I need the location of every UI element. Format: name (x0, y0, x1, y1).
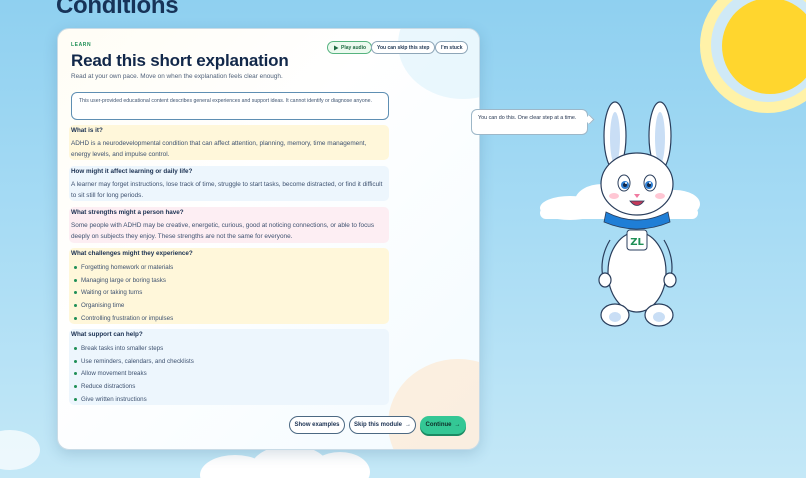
list-item-text: Use reminders, calendars, and checklists (81, 357, 194, 365)
list-item: Reduce distractions (71, 380, 387, 393)
continue-label: Continue (425, 422, 452, 428)
list-item: Use reminders, calendars, and checklists (71, 355, 387, 368)
list-item: Forgetting homework or materials (71, 261, 387, 274)
svg-text:ZL: ZL (630, 237, 644, 248)
card-eyebrow: LEARN (71, 42, 92, 48)
section-challenges: What challenges might they experience? F… (69, 248, 389, 324)
play-audio-button[interactable]: Play audio (327, 41, 373, 54)
lesson-card: LEARN Read this short explanation Read a… (57, 28, 480, 450)
card-subtitle: Read at your own pace. Move on when the … (71, 73, 283, 80)
bullet-icon (74, 303, 77, 307)
show-examples-button[interactable]: Show examples (289, 416, 345, 434)
bullet-icon (74, 316, 77, 320)
skip-module-label: Skip this module (353, 422, 402, 428)
list-item: Break tasks into smaller steps (71, 342, 387, 355)
skip-module-button[interactable]: Skip this module → (349, 416, 416, 434)
bullet-icon (74, 265, 77, 269)
list-item: Managing large or boring tasks (71, 274, 387, 287)
list-item: Organising time (71, 299, 387, 312)
list-item-text: Reduce distractions (81, 382, 136, 390)
content-disclaimer: This user-provided educational content d… (71, 92, 389, 120)
list-item-text: Waiting or taking turns (81, 289, 143, 297)
mascot-speech-bubble: You can do this. One clear step at a tim… (471, 109, 588, 135)
support-list: Break tasks into smaller steps Use remin… (71, 342, 387, 405)
im-stuck-label: I'm stuck (441, 44, 463, 51)
bullet-icon (74, 278, 77, 282)
section-question: What is it? (71, 127, 103, 134)
list-item-text: Managing large or boring tasks (81, 276, 166, 284)
section-answer: Some people with ADHD may be creative, e… (71, 222, 375, 241)
section-support: What support can help? Break tasks into … (69, 329, 389, 405)
challenges-list: Forgetting homework or materials Managin… (71, 261, 387, 324)
card-title: Read this short explanation (71, 51, 289, 70)
section-answer: A learner may forget instructions, lose … (71, 181, 383, 200)
bullet-icon (74, 359, 77, 363)
bullet-icon (74, 291, 77, 295)
list-item: Waiting or taking turns (71, 286, 387, 299)
skip-step-label: You can skip this step (377, 44, 430, 51)
skip-step-button[interactable]: You can skip this step (371, 41, 436, 54)
bullet-icon (74, 346, 77, 350)
arrow-right-icon: → (405, 422, 411, 428)
bullet-icon (74, 384, 77, 388)
section-daily-life: How might it affect learning or daily li… (69, 166, 389, 201)
section-question: What challenges might they experience? (71, 250, 193, 257)
list-item: Give written instructions (71, 393, 387, 406)
list-item-text: Break tasks into smaller steps (81, 344, 164, 352)
list-item: Allow movement breaks (71, 367, 387, 380)
bullet-icon (74, 372, 77, 376)
section-question: What strengths might a person have? (71, 209, 184, 216)
list-item-text: Controlling frustration or impulses (81, 314, 174, 322)
im-stuck-button[interactable]: I'm stuck (435, 41, 469, 54)
section-strengths: What strengths might a person have? Some… (69, 207, 389, 243)
play-icon (334, 45, 339, 50)
section-answer: ADHD is a neurodevelopmental condition t… (71, 140, 367, 159)
section-question: How might it affect learning or daily li… (71, 168, 193, 175)
section-what-is-it: What is it? ADHD is a neurodevelopmental… (69, 125, 389, 160)
card-blob-top-right (398, 29, 479, 99)
play-audio-label: Play audio (341, 44, 367, 51)
list-item: Controlling frustration or impulses (71, 312, 387, 325)
section-question: What support can help? (71, 331, 143, 338)
continue-button[interactable]: Continue → (420, 416, 466, 434)
card-blob-bottom-right (388, 359, 479, 449)
list-item-text: Allow movement breaks (81, 370, 147, 378)
bunny-mascot-icon: ZL (598, 101, 677, 327)
arrow-right-icon: → (454, 422, 461, 428)
page-title: Conditions (56, 0, 179, 19)
show-examples-label: Show examples (294, 422, 340, 428)
list-item-text: Organising time (81, 301, 125, 309)
list-item-text: Forgetting homework or materials (81, 263, 174, 271)
bullet-icon (74, 397, 77, 401)
list-item-text: Give written instructions (81, 395, 147, 403)
